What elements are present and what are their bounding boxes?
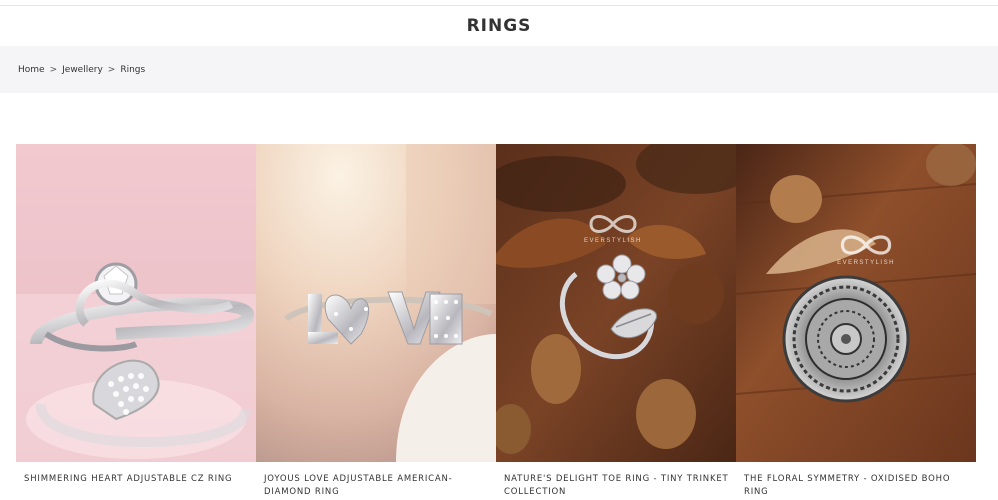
product-image[interactable]	[16, 144, 256, 462]
product-card[interactable]: EVERSTYLISH THE FLORAL SYMMETRY - OXIDIS…	[736, 144, 976, 500]
product-name-link[interactable]: NATURE'S DELIGHT TOE RING - TINY TRINKET…	[504, 474, 729, 497]
breadcrumb-separator: >	[49, 64, 58, 75]
infinity-logo-icon	[840, 235, 892, 255]
brand-watermark: EVERSTYLISH	[836, 232, 896, 266]
product-image[interactable]: EVERSTYLISH	[496, 144, 736, 462]
product-card[interactable]: JOYOUS LOVE ADJUSTABLE AMERICAN-DIAMOND …	[256, 144, 496, 500]
product-name[interactable]: THE FLORAL SYMMETRY - OXIDISED BOHO RING	[744, 473, 969, 499]
breadcrumb-current: Rings	[120, 64, 146, 75]
product-image[interactable]	[256, 144, 496, 462]
brand-watermark-text: EVERSTYLISH	[584, 238, 642, 244]
love-ring-photo	[256, 144, 496, 462]
product-image[interactable]: EVERSTYLISH	[736, 144, 976, 462]
infinity-logo-icon	[589, 215, 637, 233]
page-title: RINGS	[466, 16, 532, 36]
breadcrumb-home-link[interactable]: Home	[18, 65, 45, 75]
heart-ring-photo	[16, 144, 256, 462]
product-name[interactable]: JOYOUS LOVE ADJUSTABLE AMERICAN-DIAMOND …	[264, 473, 489, 499]
product-card[interactable]: SHIMMERING HEART ADJUSTABLE CZ RING	[16, 144, 256, 500]
brand-watermark-text: EVERSTYLISH	[837, 260, 895, 266]
product-name[interactable]: NATURE'S DELIGHT TOE RING - TINY TRINKET…	[504, 473, 729, 499]
flower-toe-ring-photo	[496, 144, 736, 462]
product-name[interactable]: SHIMMERING HEART ADJUSTABLE CZ RING	[24, 473, 249, 486]
product-name-link[interactable]: THE FLORAL SYMMETRY - OXIDISED BOHO RING	[744, 474, 950, 497]
product-card[interactable]: EVERSTYLISH NATURE'S DELIGHT TOE RING - …	[496, 144, 736, 500]
breadcrumb: Home > Jewellery > Rings	[0, 46, 998, 93]
product-name-link[interactable]: JOYOUS LOVE ADJUSTABLE AMERICAN-DIAMOND …	[264, 474, 453, 497]
oxidised-boho-ring-photo	[736, 144, 976, 462]
product-name-link[interactable]: SHIMMERING HEART ADJUSTABLE CZ RING	[24, 474, 232, 484]
breadcrumb-jewellery-link[interactable]: Jewellery	[62, 65, 103, 75]
breadcrumb-separator: >	[107, 64, 116, 75]
brand-watermark: EVERSTYLISH	[584, 212, 642, 244]
title-bar: RINGS	[0, 6, 998, 46]
product-grid: SHIMMERING HEART ADJUSTABLE CZ RING JOYO…	[16, 144, 977, 500]
